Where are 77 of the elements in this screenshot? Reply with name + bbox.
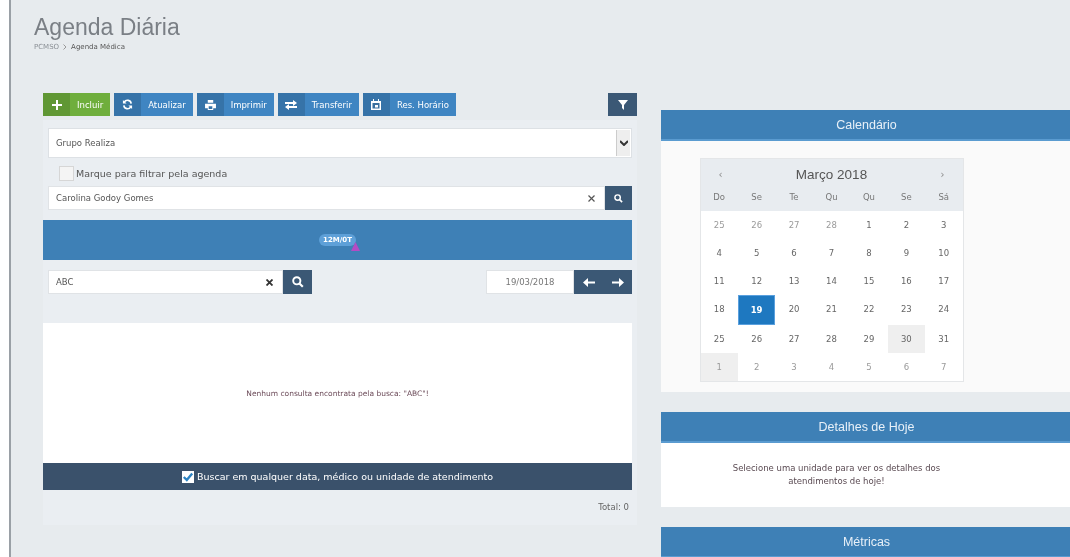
calendar-day[interactable]: 17 [925, 267, 963, 295]
weekday-label: Do [712, 191, 727, 204]
weekday-label: Te [788, 191, 800, 204]
calendar-day[interactable]: 8 [850, 239, 888, 267]
calendar-day[interactable]: 24 [925, 295, 963, 323]
weekday-label: Sá [937, 191, 951, 204]
calendar-day[interactable]: 16 [887, 267, 926, 295]
group-select[interactable]: Grupo Realiza [48, 128, 632, 158]
date-field[interactable]: 19/03/2018 [486, 270, 574, 294]
calendar-day[interactable]: 31 [925, 325, 963, 353]
calendar-day[interactable]: 26 [737, 325, 776, 353]
calendar-header: Calendário [661, 110, 1070, 141]
calendar-day[interactable]: 5 [737, 239, 776, 267]
calendar-icon [371, 99, 382, 110]
previous-day-button[interactable] [574, 270, 603, 294]
calendar-day[interactable]: 9 [887, 239, 926, 267]
calendar-day[interactable]: 4 [700, 239, 738, 267]
next-month-button[interactable]: › [940, 168, 945, 180]
previous-month-button[interactable]: ‹ [718, 168, 723, 180]
search-icon [614, 193, 623, 203]
calendar-day[interactable]: 13 [775, 267, 813, 295]
calendar-day[interactable]: 18 [700, 295, 738, 323]
search-field[interactable]: ABC [48, 270, 283, 294]
chevron-right-icon [63, 44, 68, 50]
calendar-day[interactable]: 3 [925, 211, 963, 239]
weekday-label: Se [750, 191, 763, 204]
arrow-left-icon [582, 276, 595, 288]
next-day-button[interactable] [603, 270, 632, 294]
total-count: Total: 0 [598, 502, 629, 512]
calendar-day[interactable]: 7 [812, 239, 851, 267]
filter-icon [617, 99, 628, 110]
weekday-label: Se [900, 191, 913, 204]
search-icon [291, 276, 304, 288]
calendar-day[interactable]: 22 [850, 295, 888, 323]
checkbox-label: Buscar em qualquer data, médico ou unidade de atendimento [196, 471, 494, 482]
today-details-message: Selecione uma unidade para ver os detalhes dos atendimentos de hoje! [731, 462, 942, 488]
filter-button[interactable] [608, 93, 637, 116]
page-title: Agenda Diária [34, 14, 181, 41]
close-icon[interactable] [266, 278, 273, 286]
today-details-header: Detalhes de Hoje [661, 412, 1070, 443]
arrow-right-icon [611, 276, 624, 288]
calendar-day[interactable]: 2 [887, 211, 926, 239]
calendar-day[interactable]: 15 [850, 267, 888, 295]
any-date-checkbox[interactable] [181, 470, 194, 483]
search-button[interactable] [283, 270, 312, 294]
search-button[interactable] [605, 186, 632, 210]
toolbar-button[interactable]: Res. Horário [362, 93, 456, 116]
calendar-day[interactable]: 25 [700, 325, 738, 353]
calendar-day[interactable]: 30 [887, 325, 926, 353]
plus-icon [51, 99, 62, 110]
checkbox-label: Marque para filtrar pela agenda [76, 168, 228, 179]
calendar-day[interactable]: 20 [775, 295, 813, 323]
close-icon[interactable] [588, 194, 595, 202]
weekday-label: Qu [861, 191, 876, 204]
printer-icon [204, 99, 216, 110]
calendar-day[interactable]: 1 [850, 211, 888, 239]
month-title: Março 2018 [795, 166, 868, 182]
toolbar-button[interactable]: Atualizar [114, 93, 193, 116]
calendar-day[interactable]: 12 [737, 267, 776, 295]
calendar-day[interactable]: 27 [775, 325, 813, 353]
calendar-day[interactable]: 21 [812, 295, 851, 323]
refresh-icon [122, 99, 134, 110]
doctor-field[interactable]: Carolina Godoy Gomes [48, 186, 605, 210]
calendar-day[interactable]: 6 [775, 239, 813, 267]
calendar-day[interactable]: 14 [812, 267, 851, 295]
transfer-arrows-icon [285, 99, 298, 110]
filter-checkbox[interactable] [59, 166, 74, 181]
metrics-header: Métricas [661, 527, 1070, 557]
toolbar-button[interactable]: Transferir [277, 93, 359, 116]
calendar-day[interactable]: 11 [700, 267, 738, 295]
calendar-day[interactable]: 29 [850, 325, 888, 353]
weekday-label: Qu [824, 191, 839, 204]
calendar-day[interactable]: 23 [887, 295, 926, 323]
calendar-day[interactable]: 28 [812, 325, 851, 353]
calendar-day[interactable]: 10 [925, 239, 963, 267]
toolbar-button[interactable]: Imprimir [196, 93, 274, 116]
calendar-day[interactable]: 19 [737, 295, 776, 325]
